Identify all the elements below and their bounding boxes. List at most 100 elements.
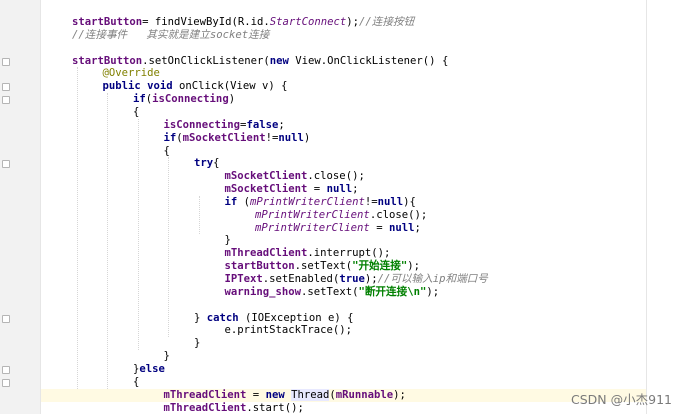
code-line[interactable]: IPText.setEnabled(true);//可以输入ip和端口号	[225, 273, 488, 286]
code-line[interactable]: if (mPrintWriterClient!=null){	[225, 196, 416, 209]
indent-guide	[168, 157, 169, 338]
code-token: {	[213, 157, 220, 170]
code-token: mSocketClient	[182, 131, 266, 144]
code-line[interactable]: @Override	[103, 67, 160, 80]
code-token: true	[339, 273, 365, 285]
code-token: =	[369, 221, 389, 234]
code-token: !=	[265, 131, 279, 144]
code-token: ){	[403, 195, 416, 208]
code-line[interactable]: {	[133, 376, 139, 389]
code-token: mThreadClient	[163, 401, 247, 414]
code-line[interactable]: }else	[133, 363, 165, 376]
code-token: .close();	[307, 170, 365, 183]
code-token: //连接事件 其实就是建立socket连接	[72, 28, 270, 41]
code-token: Thread	[291, 388, 330, 401]
code-line[interactable]: mSocketClient.close();	[225, 170, 365, 183]
code-token: }	[163, 350, 170, 363]
code-token: StartConnect	[269, 16, 347, 28]
code-token: "开始连接"	[352, 260, 408, 273]
code-line[interactable]: e.printStackTrace();	[225, 324, 353, 337]
csdn-watermark: CSDN @小杰911	[571, 392, 672, 407]
code-line[interactable]: {	[164, 145, 170, 158]
code-token: null	[278, 131, 304, 144]
code-line[interactable]: }	[164, 350, 170, 363]
code-token: ;	[414, 221, 421, 234]
code-token: isConnecting	[163, 118, 241, 131]
code-token: .start();	[246, 401, 304, 414]
code-token: ;	[278, 118, 285, 131]
code-token: mThreadClient	[163, 388, 247, 401]
code-line[interactable]: isConnecting=false;	[164, 119, 285, 132]
code-line[interactable]: mPrintWriterClient = null;	[255, 222, 421, 235]
code-token: );	[364, 273, 378, 285]
code-token: startButton	[224, 260, 295, 273]
code-token: {	[133, 375, 140, 388]
code-token: .setOnClickListener(	[142, 54, 270, 67]
indent-guide	[198, 195, 200, 235]
code-line[interactable]: }	[225, 234, 231, 247]
code-line[interactable]: startButton.setOnClickListener(new View.…	[72, 55, 448, 68]
code-token: .setText(	[294, 260, 353, 273]
code-token: .setText(	[301, 285, 359, 298]
code-line[interactable]: if(isConnecting)	[133, 93, 235, 106]
code-token: //连接按钮	[359, 16, 415, 28]
code-token: =	[246, 388, 266, 401]
code-token: mPrintWriterClient	[255, 221, 370, 234]
code-token: (IOException e) {	[245, 311, 354, 324]
code-token: mPrintWriterClient	[250, 195, 365, 208]
code-token: else	[139, 362, 165, 375]
code-token: ;	[352, 183, 359, 196]
indent-guide	[76, 67, 78, 389]
code-token: mThreadClient	[224, 247, 308, 260]
code-token: mSocketClient	[224, 170, 308, 183]
code-line[interactable]: } catch (IOException e) {	[194, 312, 353, 325]
code-token: )	[303, 131, 311, 144]
code-line[interactable]: mSocketClient = null;	[225, 183, 359, 196]
code-token: isConnecting	[152, 93, 229, 106]
code-token: new	[265, 388, 292, 401]
code-token: if	[163, 131, 177, 144]
code-editor[interactable]: startButton= findViewById(R.id.StartConn…	[0, 0, 686, 414]
code-line[interactable]: mPrintWriterClient.close();	[255, 209, 427, 222]
code-token: {	[133, 105, 140, 118]
code-token: false	[246, 118, 279, 131]
code-token: public void	[102, 80, 180, 93]
code-token: .close();	[369, 208, 428, 221]
code-token: !=	[364, 195, 378, 208]
code-token: mSocketClient	[224, 183, 308, 196]
code-token: mRunnable	[335, 388, 394, 401]
code-token: =	[307, 183, 327, 196]
code-token: if	[224, 195, 244, 208]
code-token: .interrupt();	[307, 247, 391, 260]
code-token: null	[377, 195, 404, 208]
code-token: }	[194, 337, 201, 350]
code-token: }	[224, 234, 231, 247]
code-line[interactable]: }	[194, 337, 200, 350]
code-line[interactable]: //连接事件 其实就是建立socket连接	[72, 29, 269, 42]
code-token: );	[393, 388, 406, 401]
code-token: );	[346, 16, 360, 28]
code-line[interactable]: if(mSocketClient!=null)	[164, 132, 311, 145]
code-token: {	[163, 144, 170, 157]
code-token: e.printStackTrace();	[224, 324, 353, 337]
code-token: = findViewById(R.id.	[142, 16, 270, 28]
code-token: null	[388, 221, 415, 234]
code-line[interactable]: startButton= findViewById(R.id.StartConn…	[72, 16, 414, 29]
code-line[interactable]: mThreadClient.interrupt();	[225, 247, 391, 260]
code-line[interactable]: mThreadClient = new Thread(mRunnable);	[163, 388, 406, 402]
code-token: startButton	[72, 16, 143, 28]
code-token: View.OnClickListener() {	[295, 54, 449, 67]
code-line[interactable]: warning_show.setText("断开连接\n");	[225, 286, 440, 299]
code-line[interactable]: {	[133, 106, 139, 119]
code-line[interactable]: mThreadClient.start();	[164, 402, 304, 415]
code-token: IPText	[224, 273, 263, 285]
code-token: .setEnabled(	[262, 273, 340, 285]
code-token: );	[407, 260, 420, 273]
code-token: startButton	[72, 54, 143, 67]
indent-guide	[137, 118, 139, 351]
code-token: try	[194, 157, 214, 170]
code-line[interactable]: try{	[194, 157, 220, 170]
code-token: }	[194, 311, 207, 324]
code-line[interactable]: startButton.setText("开始连接");	[225, 260, 420, 273]
code-line[interactable]: public void onClick(View v) {	[103, 80, 288, 93]
